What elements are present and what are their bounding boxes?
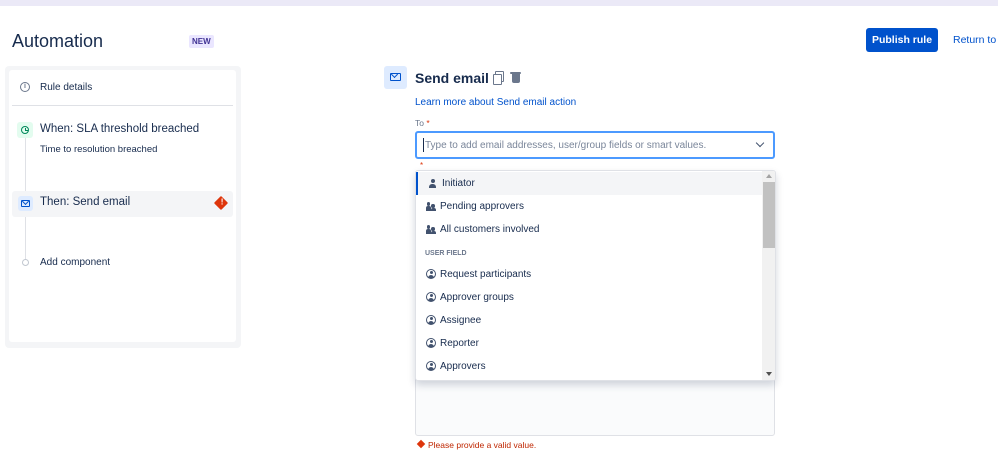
group-header-user-field: USER FIELD xyxy=(425,250,467,257)
top-banner xyxy=(0,0,998,6)
page-title: Automation xyxy=(12,31,104,51)
people-icon xyxy=(426,225,436,234)
component-title: Send email xyxy=(415,70,489,86)
email-content-area[interactable] xyxy=(415,378,775,436)
validation-error: Please provide a valid value. xyxy=(416,439,536,450)
scrollbar-thumb[interactable] xyxy=(763,182,775,248)
trash-icon[interactable] xyxy=(510,71,521,83)
dropdown-scrollbar[interactable] xyxy=(762,171,775,380)
to-recipients-input[interactable]: Type to add email addresses, user/group … xyxy=(415,131,775,159)
learn-more-link[interactable]: Learn more about Send email action xyxy=(415,97,576,108)
option-all-customers-involved[interactable]: All customers involved xyxy=(416,218,762,241)
chevron-down-icon[interactable] xyxy=(755,138,765,148)
user-circle-icon xyxy=(426,269,436,279)
person-icon xyxy=(428,179,437,188)
info-icon: i xyxy=(20,82,30,92)
return-link[interactable]: Return to xyxy=(953,34,996,46)
publish-rule-button[interactable]: Publish rule xyxy=(866,28,938,52)
copy-icon[interactable] xyxy=(493,71,504,85)
error-icon xyxy=(416,439,426,449)
scroll-up-arrow-icon[interactable] xyxy=(766,174,772,178)
user-circle-icon xyxy=(426,361,436,371)
option-initiator[interactable]: Initiator xyxy=(416,172,762,195)
to-placeholder: Type to add email addresses, user/group … xyxy=(425,140,707,151)
flow-connector xyxy=(25,217,26,259)
new-badge: NEW xyxy=(189,35,214,48)
action-item-send-email[interactable]: Then: Send email ! xyxy=(12,191,233,217)
text-caret xyxy=(423,138,424,152)
clock-icon xyxy=(17,122,33,138)
user-circle-icon xyxy=(426,315,436,325)
divider xyxy=(12,105,233,106)
scroll-down-arrow-icon[interactable] xyxy=(766,372,772,376)
option-assignee[interactable]: Assignee xyxy=(416,309,762,332)
to-field-label: To * xyxy=(415,118,430,128)
user-circle-icon xyxy=(426,292,436,302)
action-label: Then: Send email xyxy=(40,196,131,208)
required-marker: * xyxy=(420,161,424,170)
option-approvers[interactable]: Approvers xyxy=(416,355,762,378)
recipient-dropdown: Initiator Pending approvers All customer… xyxy=(415,170,776,381)
add-component-dot-icon xyxy=(22,259,29,266)
error-icon: ! xyxy=(213,195,229,211)
add-component-link[interactable]: Add component xyxy=(40,257,110,268)
option-reporter[interactable]: Reporter xyxy=(416,332,762,355)
trigger-label[interactable]: When: SLA threshold breached xyxy=(40,123,199,135)
flow-connector xyxy=(25,138,26,191)
rule-details-item[interactable]: i Rule details xyxy=(9,76,233,104)
trigger-sublabel: Time to resolution breached xyxy=(40,144,158,155)
option-approver-groups[interactable]: Approver groups xyxy=(416,286,762,309)
rule-details-label: Rule details xyxy=(40,82,93,93)
people-icon xyxy=(426,202,436,211)
mail-icon xyxy=(384,66,407,89)
option-request-participants[interactable]: Request participants xyxy=(416,263,762,286)
user-circle-icon xyxy=(426,338,436,348)
mail-icon xyxy=(18,196,33,211)
option-pending-approvers[interactable]: Pending approvers xyxy=(416,195,762,218)
